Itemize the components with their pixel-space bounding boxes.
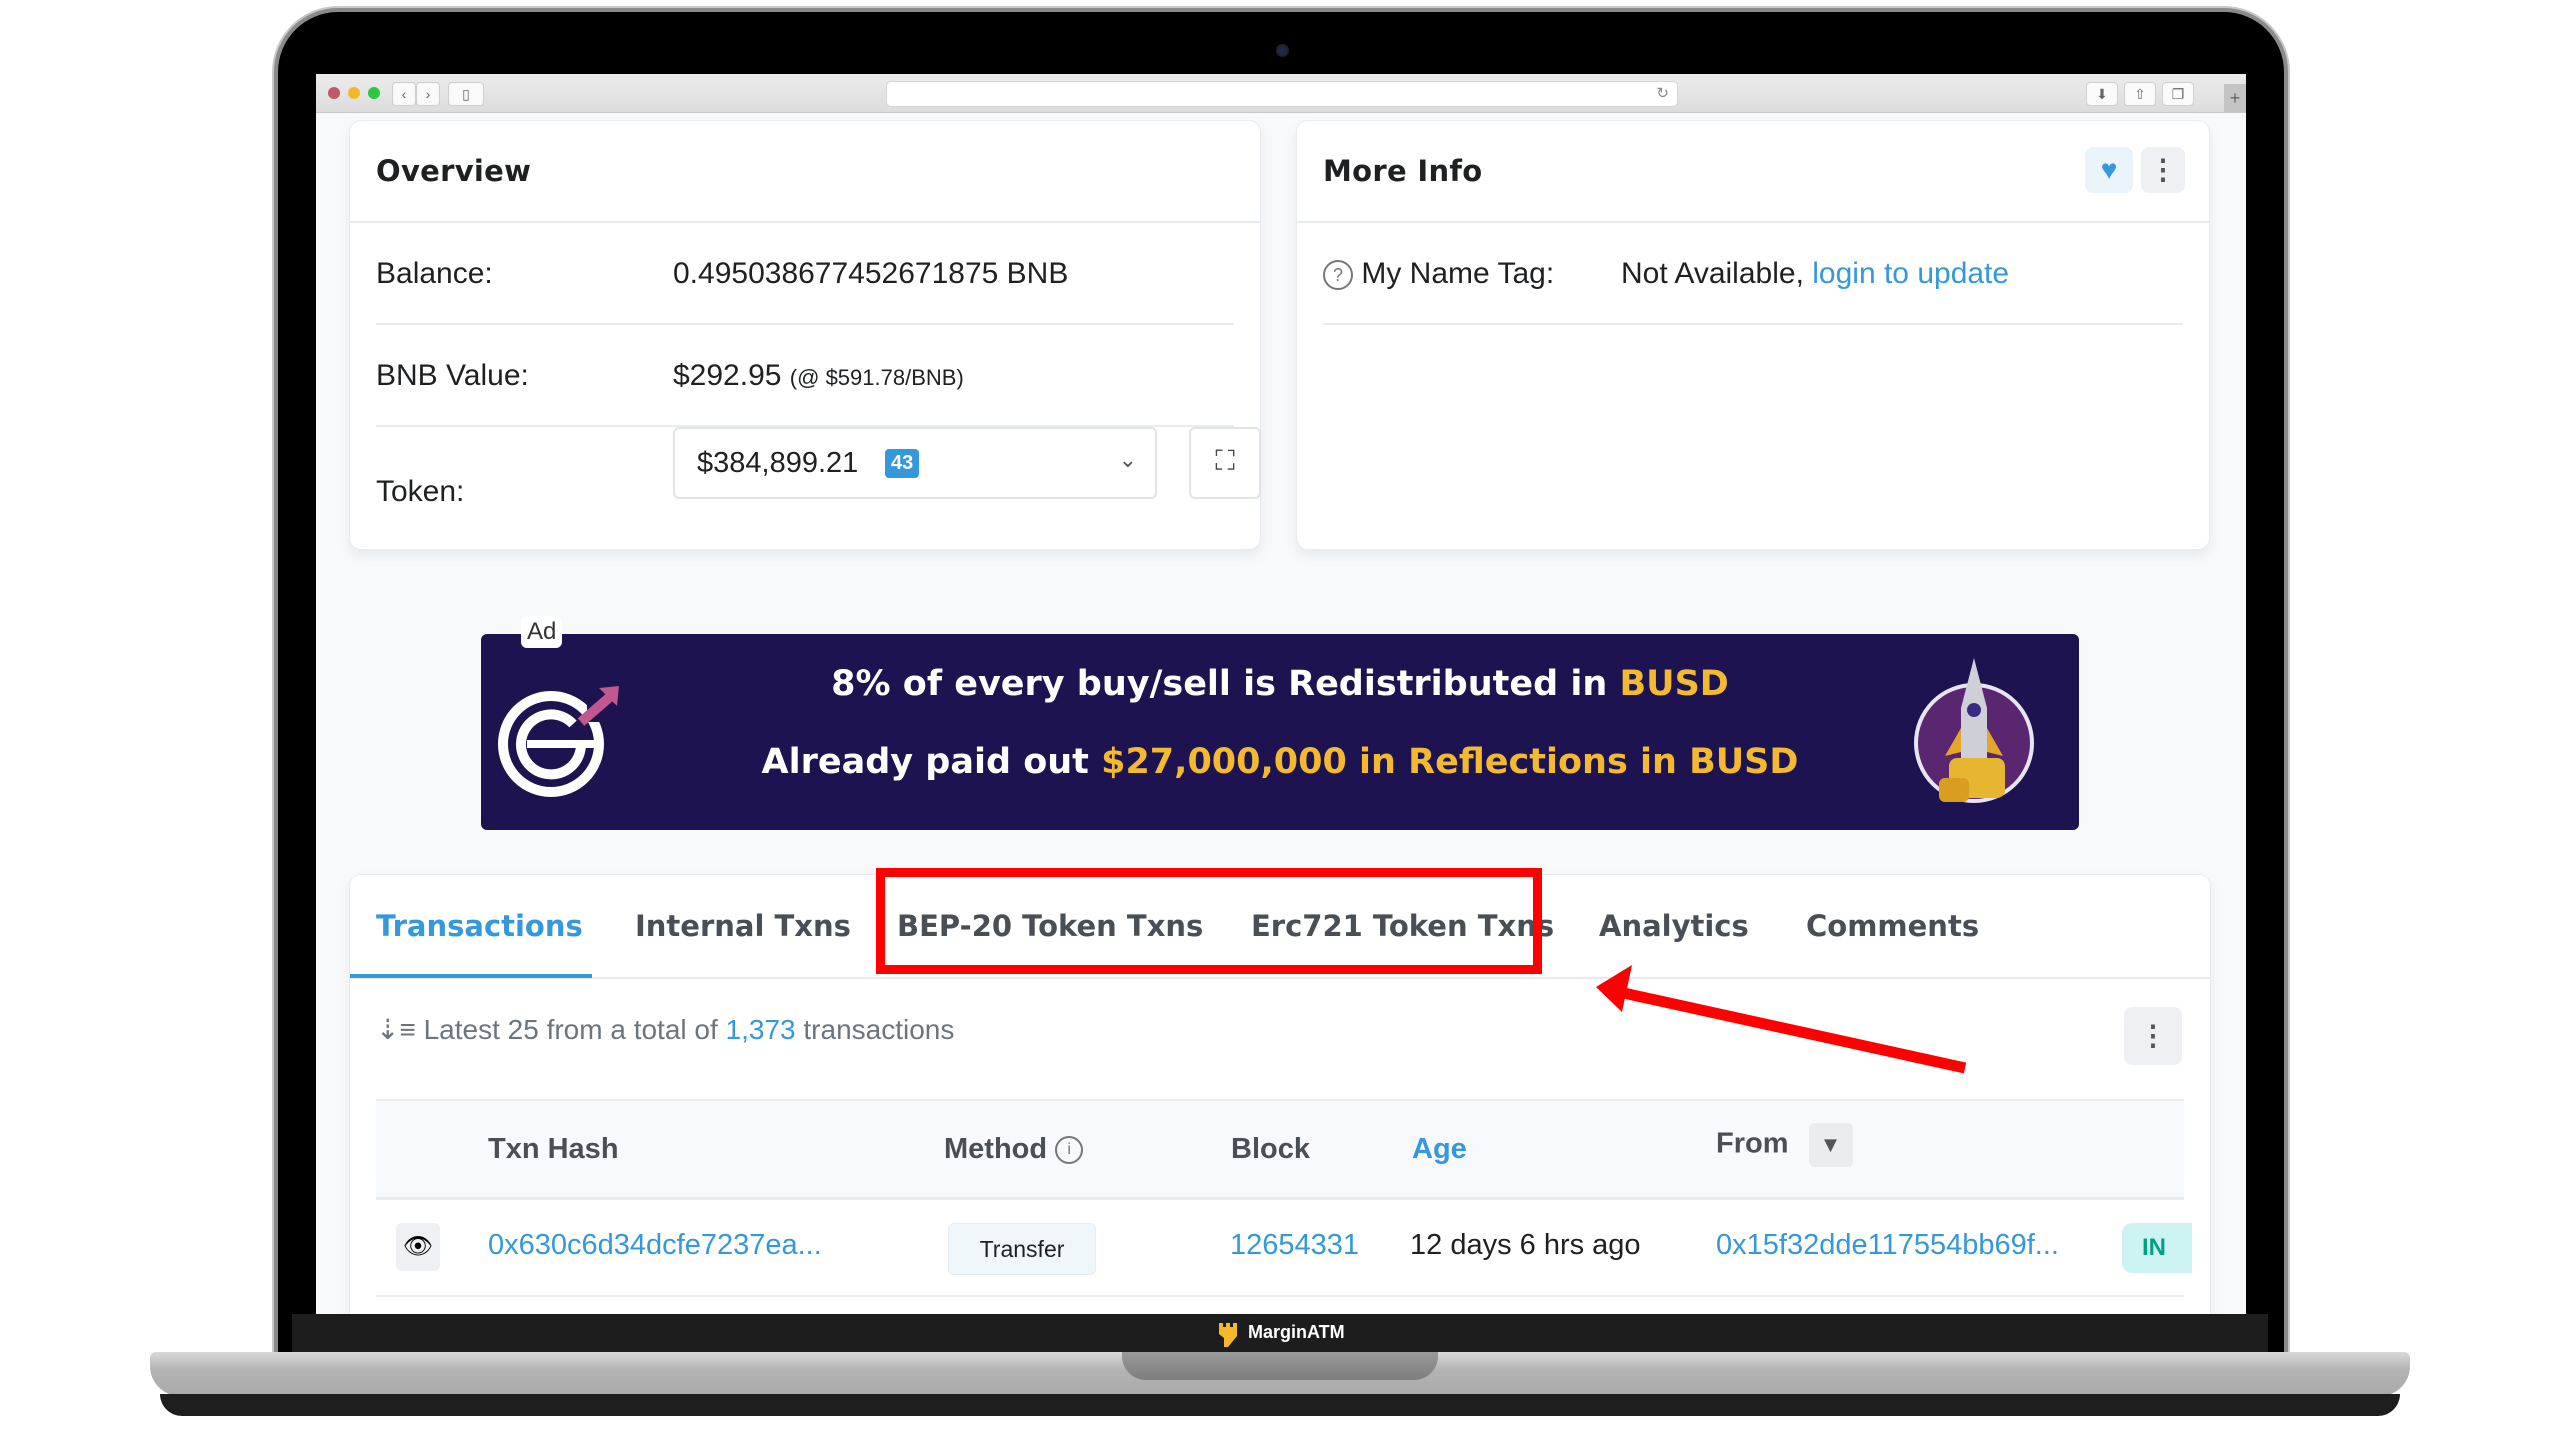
more-options-icon[interactable]: ⋮ xyxy=(2141,147,2185,193)
col-age[interactable]: Age xyxy=(1412,1133,1467,1166)
info-icon[interactable]: i xyxy=(1055,1136,1084,1165)
screen: ‹ › ▯ ↻ ⬇ ⇧ ❐ + Overview Balance: 0.4950… xyxy=(316,74,2246,1314)
balance-row: Balance: 0.495038677452671875 BNB xyxy=(376,223,1234,325)
more-info-card: More Info ♥ ⋮ ? My Name Tag: Not Availab… xyxy=(1296,120,2210,550)
rocket-icon xyxy=(1914,658,2034,803)
help-icon: ? xyxy=(1323,260,1353,291)
overview-title: Overview xyxy=(376,154,532,188)
bnb-value: $292.95 (@ $591.78/BNB) xyxy=(673,359,964,393)
table-header: Txn Hash Method i Block Age From ▼ xyxy=(376,1099,2184,1200)
name-tag-value: Not Available, login to update xyxy=(1621,257,2009,291)
filter-icon[interactable]: ▼ xyxy=(1808,1123,1853,1167)
table-row: 👁 0x630c6d34dcfe7237ea... Transfer 12654… xyxy=(376,1197,2192,1297)
tab-internal-txns[interactable]: Internal Txns xyxy=(635,909,851,943)
from-address-link[interactable]: 0x15f32dde117554bb69f... xyxy=(1716,1229,2059,1262)
ad-line-1-highlight: BUSD xyxy=(1619,664,1729,704)
ad-line-1: 8% of every buy/sell is Redistributed in… xyxy=(481,664,2079,704)
token-amount: $384,899.21 xyxy=(697,447,859,479)
brand-name: MarginATM xyxy=(1248,1322,1345,1342)
more-info-title: More Info xyxy=(1323,154,1483,188)
name-tag-status: Not Available, xyxy=(1621,257,1804,290)
ad-label: Ad xyxy=(521,616,563,648)
ad-line-2-highlight: $27,000,000 in Reflections in BUSD xyxy=(1101,742,1799,782)
maximize-window-button[interactable] xyxy=(368,87,380,99)
expand-icon[interactable]: ⛶ xyxy=(1189,427,1261,499)
txn-hash-link[interactable]: 0x630c6d34dcfe7237ea... xyxy=(488,1229,822,1262)
col-txn-hash: Txn Hash xyxy=(488,1133,619,1165)
method-badge: Transfer xyxy=(948,1223,1096,1275)
tab-analytics[interactable]: Analytics xyxy=(1599,909,1749,943)
balance-value: 0.495038677452671875 BNB xyxy=(673,257,1069,290)
highlight-box xyxy=(876,868,1542,974)
sidebar-toggle-icon[interactable]: ▯ xyxy=(448,82,484,106)
token-row: Token: $384,899.21 43 ⌄ ⛶ xyxy=(376,427,1261,527)
eye-icon[interactable]: 👁 xyxy=(396,1223,440,1271)
bnb-value-row: BNB Value: $292.95 (@ $591.78/BNB) xyxy=(376,325,1234,427)
balance-label: Balance: xyxy=(376,257,493,290)
transactions-count-link[interactable]: 1,373 xyxy=(726,1014,796,1045)
more-info-header: More Info ♥ ⋮ xyxy=(1297,121,2209,223)
name-tag-label: ? My Name Tag: xyxy=(1323,257,1554,291)
transactions-summary: ⇣≡ Latest 25 from a total of 1,373 trans… xyxy=(376,1013,954,1046)
overview-card: Overview Balance: 0.495038677452671875 B… xyxy=(349,120,1261,550)
col-from-label: From xyxy=(1716,1127,1789,1160)
direction-badge: IN xyxy=(2122,1223,2192,1273)
red-arrow-icon xyxy=(1596,965,1967,1074)
forward-icon[interactable]: › xyxy=(416,82,440,106)
ad-line-2-text: Already paid out xyxy=(761,742,1102,782)
login-link[interactable]: login to update xyxy=(1812,257,2009,290)
summary-more-options-icon[interactable]: ⋮ xyxy=(2124,1007,2182,1065)
reload-icon[interactable]: ↻ xyxy=(1656,84,1669,102)
token-count-badge: 43 xyxy=(885,449,920,478)
camera-icon xyxy=(1276,44,1289,57)
bnb-value-label: BNB Value: xyxy=(376,359,529,392)
download-icon[interactable]: ⬇ xyxy=(2086,82,2118,106)
address-bar[interactable]: ↻ xyxy=(886,81,1678,107)
ad-banner[interactable]: Ad 8% of every buy/sell is Redistributed… xyxy=(481,616,2079,830)
bnb-rate: (@ $591.78/BNB) xyxy=(789,365,964,390)
new-tab-button[interactable]: + xyxy=(2224,84,2246,112)
chevron-down-icon: ⌄ xyxy=(1118,447,1137,472)
block-link[interactable]: 12654331 xyxy=(1230,1229,1359,1262)
brand-logo-icon xyxy=(1219,1323,1237,1347)
laptop-underside xyxy=(160,1394,2400,1416)
col-from: From ▼ xyxy=(1716,1123,1853,1167)
tab-comments[interactable]: Comments xyxy=(1806,909,1979,943)
name-tag-label-text: My Name Tag: xyxy=(1361,257,1555,290)
overview-header: Overview xyxy=(350,121,1260,223)
ad-line-1-text: 8% of every buy/sell is Redistributed in xyxy=(831,664,1620,704)
laptop-notch xyxy=(1122,1352,1438,1380)
sort-icon: ⇣≡ xyxy=(376,1014,416,1045)
share-icon[interactable]: ⇧ xyxy=(2124,82,2156,106)
col-block: Block xyxy=(1231,1133,1310,1165)
tab-transactions[interactable]: Transactions xyxy=(376,909,583,943)
heart-icon[interactable]: ♥ xyxy=(2085,147,2133,193)
age-value: 12 days 6 hrs ago xyxy=(1410,1229,1641,1261)
minimize-window-button[interactable] xyxy=(348,87,360,99)
close-window-button[interactable] xyxy=(328,87,340,99)
token-dropdown[interactable]: $384,899.21 43 ⌄ xyxy=(673,427,1157,499)
browser-toolbar: ‹ › ▯ ↻ ⬇ ⇧ ❐ + xyxy=(316,74,2246,113)
bnb-value-amount: $292.95 xyxy=(673,359,782,392)
col-method: Method i xyxy=(944,1133,1084,1166)
token-label: Token: xyxy=(376,475,465,508)
col-method-label: Method xyxy=(944,1133,1048,1165)
tabs-overview-icon[interactable]: ❐ xyxy=(2162,82,2194,106)
back-icon[interactable]: ‹ xyxy=(392,82,416,106)
name-tag-row: ? My Name Tag: Not Available, login to u… xyxy=(1323,223,2183,325)
summary-prefix: Latest 25 from a total of xyxy=(423,1014,726,1045)
summary-suffix: transactions xyxy=(795,1014,955,1045)
active-tab-indicator xyxy=(350,974,592,978)
ad-line-2: Already paid out $27,000,000 in Reflecti… xyxy=(481,742,2079,782)
